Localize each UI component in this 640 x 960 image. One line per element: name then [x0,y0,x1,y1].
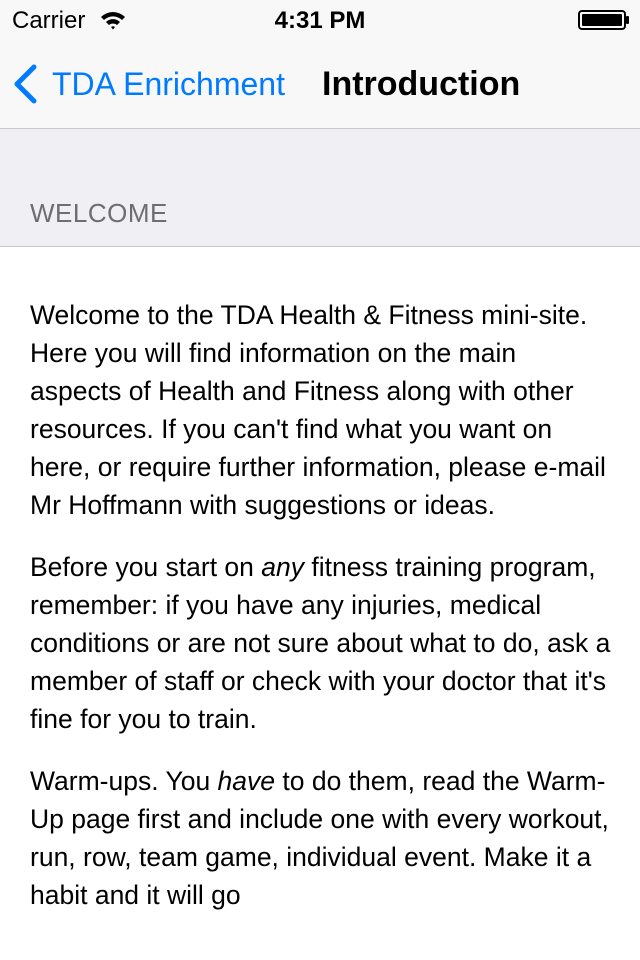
status-bar: Carrier 4:31 PM [0,0,640,40]
paragraph-text: Before you start on [30,552,262,582]
status-time: 4:31 PM [274,7,366,34]
back-button[interactable]: TDA Enrichment [12,60,285,108]
safety-paragraph: Before you start on any fitness training… [30,548,612,738]
welcome-paragraph: Welcome to the TDA Health & Fitness mini… [30,296,612,524]
page-title: Introduction [322,65,521,103]
section-header: WELCOME [0,129,640,247]
battery-icon [578,10,629,30]
top-bar: Carrier 4:31 PM TDA Enrichment Introduct… [0,0,640,129]
content-area: Welcome to the TDA Health & Fitness mini… [30,296,612,938]
back-button-label: TDA Enrichment [52,66,285,102]
chevron-left-icon [14,64,37,104]
paragraph-emphasis: have [217,766,276,796]
section-header-title: WELCOME [30,198,168,228]
navigation-bar: TDA Enrichment Introduction [0,40,640,128]
paragraph-text: Warm-ups. You [30,766,218,796]
paragraph-text: Welcome to the TDA Health & Fitness mini… [30,300,606,520]
paragraph-emphasis: any [261,552,305,582]
warmup-paragraph: Warm-ups. You have to do them, read the … [30,762,612,914]
